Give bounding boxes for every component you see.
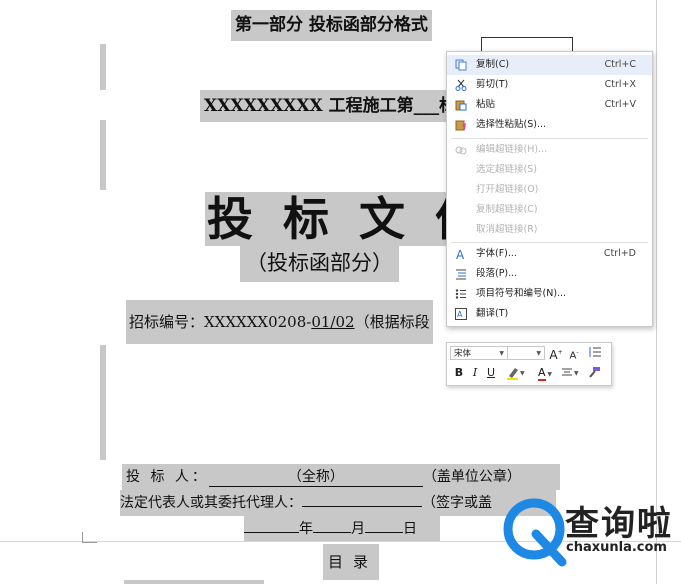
font-color-button[interactable]: A ▼ xyxy=(533,366,557,381)
menu-item-label: 复制(C) xyxy=(476,59,510,70)
translate-icon: A xyxy=(455,308,467,320)
toc-heading: 目录 xyxy=(323,544,379,580)
document-subtitle: （投标函部分） xyxy=(240,244,399,282)
margin-highlight xyxy=(100,345,106,460)
svg-text:A: A xyxy=(456,248,465,260)
bidder-label: 投 标 人： xyxy=(126,469,209,485)
paragraph-icon xyxy=(455,268,467,280)
menu-item-shortcut: Ctrl+X xyxy=(604,79,636,90)
font-name-select[interactable]: 宋体 ▼ xyxy=(450,346,508,360)
menu-item-open-hyperlink[interactable]: 打开超链接(O) xyxy=(447,180,652,200)
day-blank xyxy=(365,532,403,533)
menu-item-shortcut: Ctrl+C xyxy=(604,59,637,70)
menu-item-label: 段落(P)... xyxy=(476,268,518,279)
menu-item-edit-hyperlink[interactable]: 编辑超链接(H)... xyxy=(447,140,652,160)
menu-item-label: 翻译(T) xyxy=(476,308,509,319)
font-size-select[interactable]: ▼ xyxy=(507,346,545,360)
menu-item-paste-special[interactable]: 选择性粘贴(S)... xyxy=(447,115,652,135)
menu-item-label: 复制超链接(C) xyxy=(476,204,538,215)
line-spacing-icon xyxy=(588,347,604,361)
menu-item-label: 字体(F)... xyxy=(476,248,517,259)
menu-item-copy-hyperlink[interactable]: 复制超链接(C) xyxy=(447,200,652,220)
highlight-color-button[interactable]: ▼ xyxy=(503,366,529,380)
menu-item-label: 粘贴 xyxy=(476,99,496,110)
project-title: XXXXXXXXX 工程施工第___标 xyxy=(200,90,461,122)
signature-line-bidder: 投 标 人： （全称） （盖单位公章） xyxy=(122,464,560,490)
next-line-highlight xyxy=(124,580,264,584)
copy-icon xyxy=(455,59,467,71)
tender-code-prefix: 招标编号：XXXXXX0208- xyxy=(129,313,312,331)
hyperlink-icon xyxy=(455,144,467,156)
italic-button[interactable]: I xyxy=(468,366,482,380)
document-heading: 第一部分 投标函部分格式 xyxy=(231,10,432,41)
grow-font-icon: A xyxy=(549,348,558,362)
menu-item-translate[interactable]: A 翻译(T) xyxy=(447,304,652,324)
format-painter-icon xyxy=(587,367,601,381)
font-icon: A xyxy=(455,248,467,262)
page-corner-mark xyxy=(82,532,97,543)
chevron-down-icon: ▼ xyxy=(536,350,541,357)
bullets-icon xyxy=(455,288,467,300)
menu-item-select-hyperlink[interactable]: 选定超链接(S) xyxy=(447,160,652,180)
date-line: 年月日 xyxy=(244,516,440,542)
margin-highlight xyxy=(100,120,106,190)
cut-icon xyxy=(455,79,467,91)
year-blank xyxy=(244,532,299,533)
menu-item-remove-hyperlink[interactable]: 取消超链接(R) xyxy=(447,220,652,240)
underline-button[interactable]: U xyxy=(484,366,498,380)
menu-item-label: 编辑超链接(H)... xyxy=(476,144,548,155)
menu-item-paste[interactable]: 粘贴 Ctrl+V xyxy=(447,95,652,115)
grow-font-button[interactable]: A+ xyxy=(549,346,563,362)
tender-code-value: 01/02 xyxy=(311,313,355,331)
shrink-font-button[interactable]: A- xyxy=(567,346,581,361)
menu-item-label: 剪切(T) xyxy=(476,79,509,90)
menu-separator xyxy=(451,242,648,243)
svg-text:▼: ▼ xyxy=(574,370,579,377)
signature-line-representative: 法定代表人或其委托代理人： （签字或盖 xyxy=(120,490,556,516)
mini-format-toolbar: 宋体 ▼ ▼ A+ A- B I U ▼ A ▼ ▼ xyxy=(446,342,612,386)
font-color-icon: A xyxy=(537,366,546,381)
menu-item-font[interactable]: A 字体(F)... Ctrl+D xyxy=(447,244,652,264)
paste-icon xyxy=(455,99,467,111)
bidder-name-blank: （全称） xyxy=(208,468,423,487)
svg-text:▼: ▼ xyxy=(520,370,525,377)
align-center-icon: ▼ xyxy=(561,368,581,381)
watermark-brand: 查询啦 xyxy=(565,504,673,544)
day-label: 日 xyxy=(403,521,417,537)
tender-code-suffix: （根据标段 xyxy=(354,313,430,331)
year-label: 年 xyxy=(299,521,313,537)
context-menu: 复制(C) Ctrl+C 剪切(T) Ctrl+X 粘贴 Ctrl+V 选择性粘… xyxy=(446,51,653,327)
font-name-value: 宋体 xyxy=(454,349,472,359)
margin-highlight xyxy=(100,44,106,90)
menu-separator xyxy=(451,138,648,139)
menu-item-label: 取消超链接(R) xyxy=(476,224,538,235)
chevron-down-icon: ▼ xyxy=(499,350,504,357)
menu-item-label: 项目符号和编号(N)... xyxy=(476,288,567,299)
bold-button[interactable]: B xyxy=(452,366,466,380)
menu-item-paragraph[interactable]: 段落(P)... xyxy=(447,264,652,284)
menu-item-label: 选定超链接(S) xyxy=(476,164,537,175)
menu-item-bullets-numbering[interactable]: 项目符号和编号(N)... xyxy=(447,284,652,304)
representative-note: （签字或盖 xyxy=(422,495,492,511)
watermark-url: chaxunla.com xyxy=(566,540,667,555)
menu-item-cut[interactable]: 剪切(T) Ctrl+X xyxy=(447,75,652,95)
align-button[interactable]: ▼ xyxy=(559,366,583,380)
menu-item-label: 选择性粘贴(S)... xyxy=(476,119,547,130)
representative-blank xyxy=(302,506,422,507)
tender-code-line: 招标编号：XXXXXX0208-01/02（根据标段 xyxy=(126,300,433,344)
line-spacing-button[interactable] xyxy=(585,346,607,360)
menu-item-label: 打开超链接(O) xyxy=(476,184,539,195)
menu-item-copy[interactable]: 复制(C) Ctrl+C xyxy=(447,55,652,75)
menu-item-shortcut: Ctrl+D xyxy=(603,248,636,259)
format-painter-button[interactable] xyxy=(585,366,603,380)
paste-special-icon xyxy=(455,119,467,131)
svg-text:A: A xyxy=(457,310,463,319)
highlighter-icon: ▼ xyxy=(506,368,526,383)
representative-label: 法定代表人或其委托代理人： xyxy=(120,495,302,511)
month-label: 月 xyxy=(351,521,365,537)
month-blank xyxy=(313,532,351,533)
bidder-stamp-note: （盖单位公章） xyxy=(422,469,521,485)
menu-item-shortcut: Ctrl+V xyxy=(604,99,636,110)
